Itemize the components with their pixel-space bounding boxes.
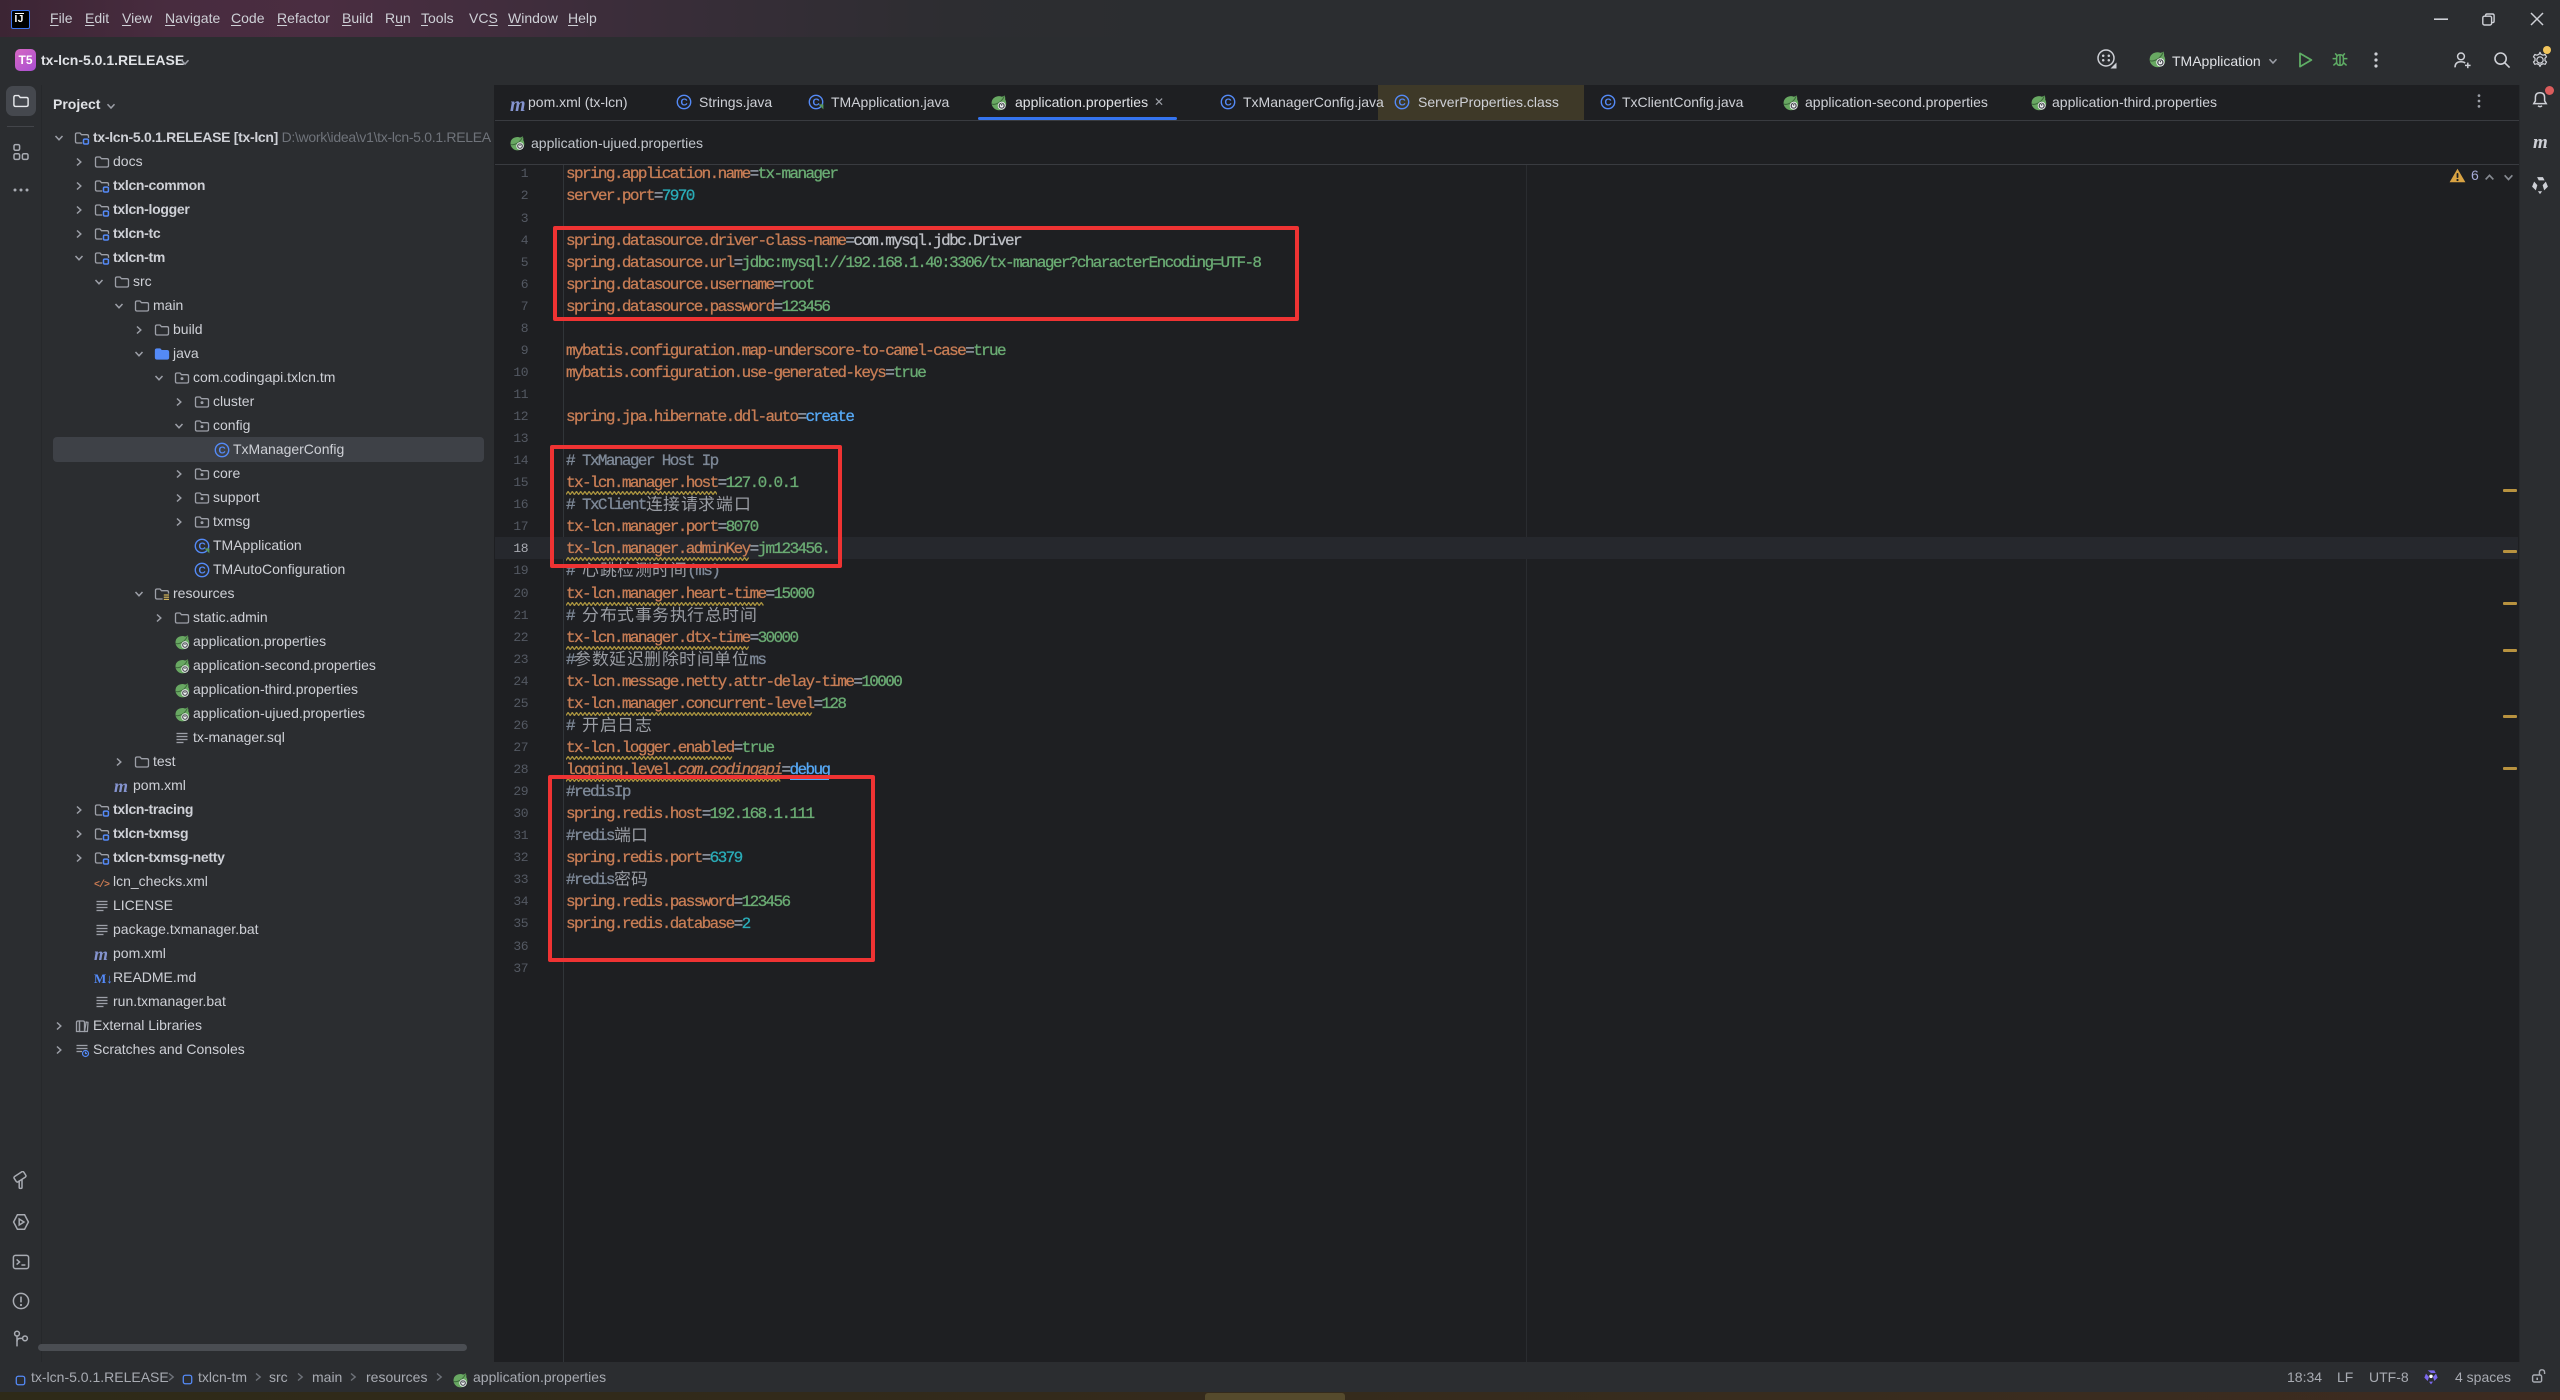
svg-text:C: C: [198, 542, 205, 553]
svg-text:C: C: [1398, 98, 1405, 109]
svg-text:C: C: [1604, 98, 1611, 109]
svg-text:C: C: [198, 566, 205, 577]
svg-text:C: C: [218, 446, 225, 457]
svg-text:C: C: [812, 98, 819, 109]
svg-text:C: C: [1224, 98, 1231, 109]
svg-text:C: C: [680, 98, 687, 109]
